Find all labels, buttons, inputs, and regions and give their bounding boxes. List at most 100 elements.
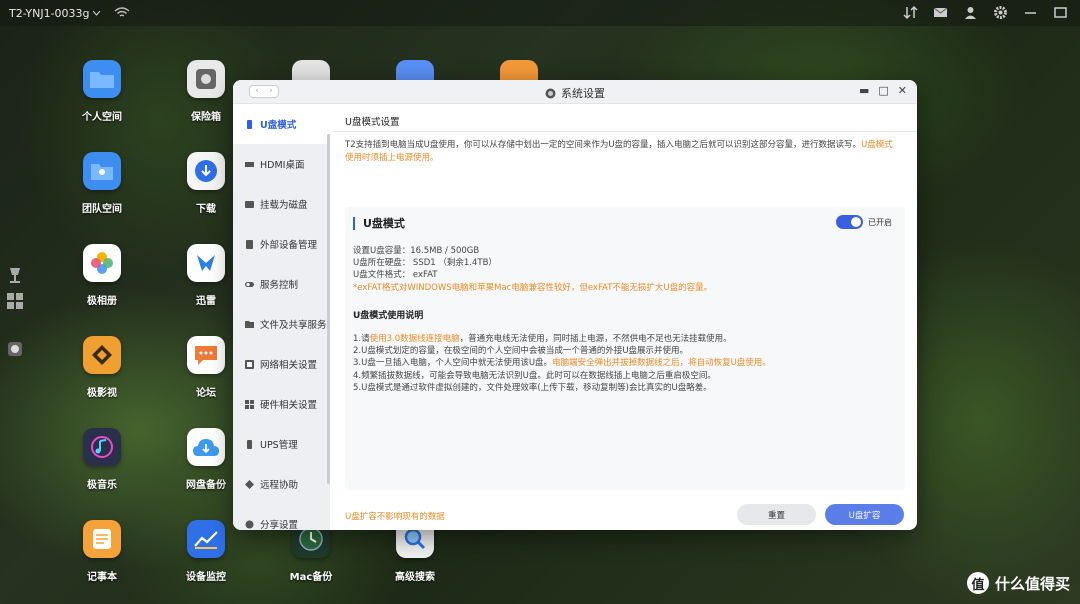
usage-step-5: 5.U盘模式是通过软件虚拟创建的，文件处理效率(上传下载，移动复制等)会比真实的… [353,383,712,393]
network-icon [245,359,254,369]
sidebar-item-hardware[interactable]: 硬件相关设置 [233,384,330,424]
download-globe-icon [187,152,225,190]
brand-text: 什么值得买 [994,574,1070,593]
notepad-icon [83,520,121,558]
usage-step-2: 2.U盘模式划定的容量，在极空间的个人空间中会被当成一个普通的外接U盘展示并使用… [353,346,689,357]
safe-icon [187,60,225,98]
desktop-icon-label: 极相册 [87,296,117,307]
maximize-icon[interactable]: □ [878,84,888,97]
desktop-icon-notes[interactable]: 记事本 [62,520,142,583]
usb-filesystem: U盘文件格式： exFAT [353,270,438,281]
gear-icon[interactable] [993,5,1008,20]
desktop-icon-music[interactable]: 极音乐 [62,428,142,491]
device-selector[interactable]: T2-YNJ1-0033g [9,7,100,20]
sidebar-item-label: 挂载为磁盘 [260,200,308,211]
accent-bar [353,216,355,230]
sidebar-item-ups[interactable]: UPS管理 [233,424,330,464]
footer-note: U盘扩容不影响现有的数据 [345,512,445,522]
transfer-icon[interactable] [903,5,918,20]
sidebar-item-external-devices[interactable]: 外部设备管理 [233,224,330,264]
sidebar-item-file-sharing[interactable]: 文件及共享服务 [233,304,330,344]
restore-icon[interactable] [1053,5,1068,20]
forum-chat-icon [187,336,225,374]
disk-icon [245,200,254,208]
desktop-icon-video[interactable]: 极影视 [62,336,142,399]
desktop-icon-personal-space[interactable]: 个人空间 [62,60,142,123]
file-share-icon [245,320,254,328]
step-highlight: 电脑端安全弹出并拔掉数据线之后，将自动恢复U盘使用。 [552,358,771,369]
usb-info: 设置U盘容量：16.5MB / 500GB U盘所在硬盘： SSD1 （剩余1.… [345,231,905,294]
settings-content: U盘模式设置 T2支持插到电脑当成U盘使用，你可以从存储中划出一定的空间来作为U… [333,104,917,530]
sidebar-item-label: 网络相关设置 [260,360,318,371]
sidebar-scrollbar[interactable] [327,134,330,484]
toggle-service-icon [245,281,254,287]
music-note-icon [83,428,121,466]
user-icon[interactable] [963,5,978,20]
toggle-knob [851,217,861,227]
chevron-down-icon [92,10,100,16]
expand-usb-button[interactable]: U盘扩容 [825,504,904,525]
section-heading: U盘模式设置 [333,104,917,132]
desktop-icon-photos[interactable]: 极相册 [62,244,142,307]
desktop-icon-label: 团队空间 [82,204,122,215]
folder-icon [83,60,121,98]
window-title-text: 系统设置 [561,87,605,100]
usb-capacity: 设置U盘容量：16.5MB / 500GB [353,246,480,256]
sidebar-item-hdmi[interactable]: HDMI桌面 [233,144,330,184]
sidebar-item-remote-assist[interactable]: 远程协助 [233,464,330,504]
desktop-icon-label: Mac备份 [289,572,333,583]
usb-mode-toggle[interactable] [836,215,863,229]
sidebar-item-label: 远程协助 [260,480,299,491]
usage-title: U盘模式使用说明 [353,310,424,321]
reset-button[interactable]: 重置 [737,504,816,525]
desktop-icon-label: 高级搜索 [395,572,435,583]
hardware-icon [245,399,254,409]
monitor-chart-icon [187,520,225,558]
minimize-icon[interactable] [1023,5,1038,20]
top-bar: T2-YNJ1-0033g [0,0,1080,26]
description-text: T2支持插到电脑当成U盘使用，你可以从存储中划出一定的空间来作为U盘的容量，插入… [345,140,862,150]
usage-step-4: 4.频繁插拔数据线，可能会导致电脑无法识别U盘。此时可以在数据线插上电脑之后重启… [353,370,716,381]
trash-icon[interactable] [292,60,330,82]
sidebar-item-label: UPS管理 [260,440,298,451]
step-text: ，普通充电线无法使用，同时插上电源，不然供电不足也无法挂载使用。 [459,333,732,344]
brand-logo-icon: 值 [966,572,989,594]
cloud-icon [187,428,225,466]
usb-disk: U盘所在硬盘： SSD1 （剩余1.4TB） [353,258,497,269]
desktop-icon-label: 设备监控 [186,572,226,583]
step-text: 3.U盘一旦插入电脑，个人空间中就无法使用该U盘。 [353,358,553,369]
wifi-icon [114,7,129,17]
settings-footer: U盘扩容不影响现有的数据 重置 U盘扩容 [333,498,917,530]
apps-grid-icon[interactable] [6,292,24,310]
card-title: U盘模式 [363,217,405,230]
usage-steps: 1.请使用3.0数据线连接电脑，普通充电线无法使用，同时插上电源，不然供电不足也… [345,321,905,394]
sidebar-item-label: 外部设备管理 [260,240,318,251]
sidebar-item-network[interactable]: 网络相关设置 [233,344,330,384]
lamp-icon[interactable] [6,266,24,284]
minimize-icon[interactable]: ▬ [859,84,869,97]
refresh-app-icon[interactable] [500,60,538,82]
sidebar-item-usb-mode[interactable]: U盘模式 [233,104,330,144]
watermark-brand: 值 什么值得买 [966,572,1070,594]
sidebar-item-label: HDMI桌面 [260,160,305,171]
video-icon [83,336,121,374]
usb-mode-description: T2支持插到电脑当成U盘使用，你可以从存储中划出一定的空间来作为U盘的容量，插入… [333,132,917,164]
app-store-icon[interactable] [396,60,434,82]
sidebar-item-mount-disk[interactable]: 挂载为磁盘 [233,184,330,224]
device-name: T2-YNJ1-0033g [9,6,90,20]
sidebar-item-share-settings[interactable]: 分享设置 [233,504,330,530]
toggle-status-label: 已开启 [868,218,892,227]
team-folder-icon [83,152,121,190]
hdmi-icon [245,161,254,167]
remote-icon [245,479,254,489]
sidebar-item-services[interactable]: 服务控制 [233,264,330,304]
desktop-icon-label: 个人空间 [82,112,122,123]
settings-sidebar: U盘模式 HDMI桌面 挂载为磁盘 外部设备管理 服务控制 文件及共享服务 网络… [233,104,330,530]
close-icon[interactable]: ✕ [898,84,907,97]
desktop-icon-team-space[interactable]: 团队空间 [62,152,142,215]
photos-flower-icon [83,244,121,282]
usage-step-1: 1.请使用3.0数据线连接电脑，普通充电线无法使用，同时插上电源，不然供电不足也… [353,333,905,345]
settings-app-icon[interactable] [6,340,24,358]
system-settings-window: ‹ › 系统设置 ▬ □ ✕ U盘模式 HDMI桌面 挂载为磁盘 外部设备管理 [233,80,917,530]
mail-icon[interactable] [933,5,948,20]
